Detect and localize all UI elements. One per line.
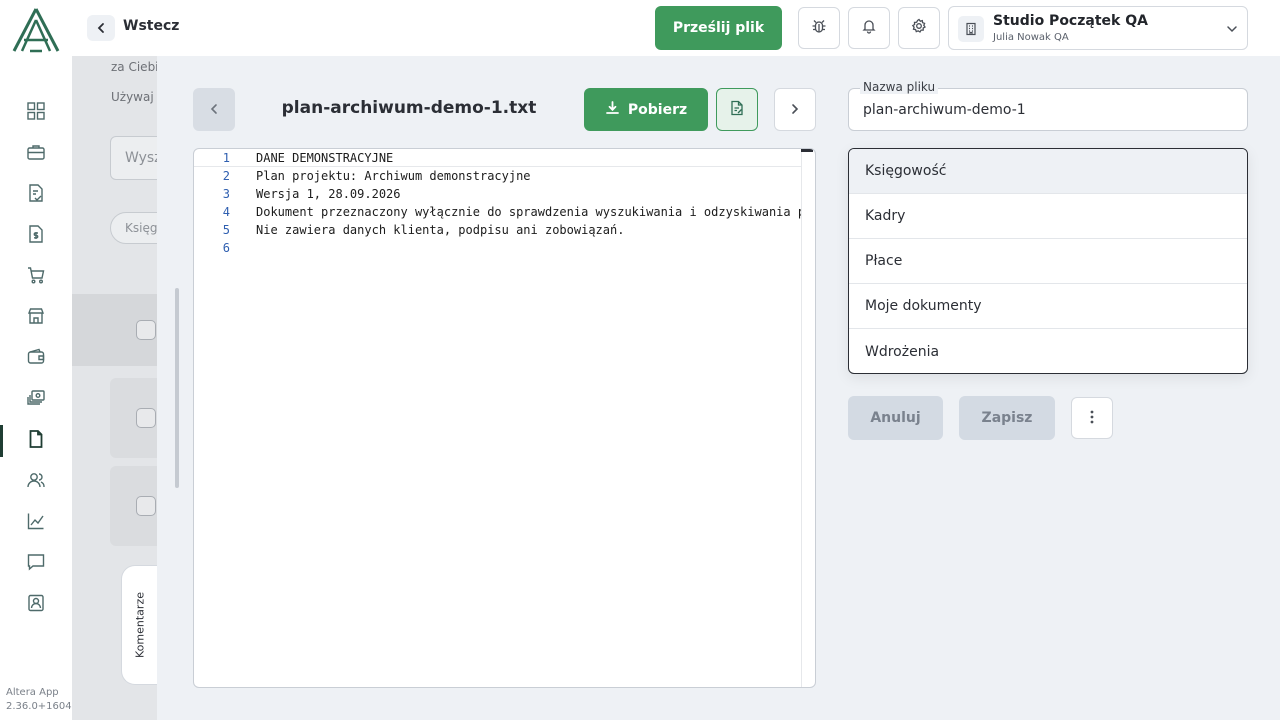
chevron-down-icon: [1225, 21, 1239, 40]
background-chip-label: Księg: [125, 221, 158, 235]
comments-tab-label: Komentarze: [133, 592, 146, 658]
back-label[interactable]: Wstecz: [123, 18, 179, 34]
sidebar-item-dashboard[interactable]: [0, 95, 72, 131]
sidebar-item-payments[interactable]: [0, 382, 72, 418]
building-icon: [958, 16, 984, 42]
briefcase-icon: [26, 142, 46, 166]
cancel-button[interactable]: Anuluj: [848, 396, 943, 440]
editor-scroll-marker: [801, 149, 813, 152]
current-user-name: Julia Nowak QA: [993, 32, 1069, 43]
sidebar-item-invoices[interactable]: [0, 177, 72, 213]
settings-button[interactable]: [898, 7, 940, 49]
background-checkbox: [136, 408, 156, 428]
chat-icon: [26, 552, 46, 576]
comments-tab[interactable]: Komentarze: [121, 565, 157, 685]
cart-icon: [26, 265, 46, 289]
organization-name: Studio Początek QA: [993, 13, 1148, 29]
line-number: 6: [222, 241, 230, 255]
background-checkbox: [136, 320, 156, 340]
line-text: Wersja 1, 28.09.2026: [256, 187, 401, 201]
line-text: DANE DEMONSTRACYJNE: [256, 151, 394, 165]
app-version-number: 2.36.0+1604: [6, 701, 72, 712]
background-text-line: Używaj: [111, 90, 154, 104]
editor-scrollbar-track[interactable]: [801, 149, 802, 687]
sidebar-item-receipts[interactable]: [0, 218, 72, 254]
sidebar-item-contacts[interactable]: [0, 587, 72, 623]
gear-icon: [911, 18, 927, 38]
folder-dropdown-menu: Księgowość Kadry Płace Moje dokumenty Wd…: [848, 148, 1248, 374]
code-line: 1 DANE DEMONSTRACYJNE: [194, 149, 801, 167]
panel-scrollbar[interactable]: [175, 288, 179, 488]
top-bar: Wstecz Prześlij plik Studio Początek QA …: [0, 0, 1280, 56]
sidebar-item-store[interactable]: [0, 300, 72, 336]
folder-option-place[interactable]: Płace: [849, 239, 1247, 284]
more-vertical-icon: [1090, 409, 1094, 428]
upload-file-button[interactable]: Prześlij plik: [655, 6, 782, 50]
organization-switcher[interactable]: Studio Początek QA Julia Nowak QA: [948, 6, 1248, 50]
sidebar-item-purchases[interactable]: [0, 259, 72, 295]
app-version: Altera App 2.36.0+1604: [6, 686, 72, 714]
background-checkbox: [136, 496, 156, 516]
file-title: plan-archiwum-demo-1.txt: [281, 98, 537, 118]
chevron-left-icon: [208, 100, 220, 119]
sidebar-item-documents[interactable]: [0, 423, 72, 459]
download-label: Pobierz: [627, 101, 688, 118]
wallet-icon: [26, 347, 46, 371]
notifications-button[interactable]: [848, 7, 890, 49]
code-line: 2 Plan projektu: Archiwum demonstracyjne: [194, 167, 801, 185]
line-number: 3: [222, 187, 230, 201]
code-line: 6: [194, 239, 801, 257]
file-name-input[interactable]: plan-archiwum-demo-1: [863, 102, 1026, 118]
invoice-check-icon: [26, 183, 46, 207]
document-edit-icon: [729, 100, 745, 120]
file-name-label: Nazwa pliku: [860, 80, 939, 94]
line-number: 2: [222, 169, 230, 183]
app-logo[interactable]: [10, 6, 62, 54]
next-file-button[interactable]: [774, 88, 816, 131]
bug-icon: [810, 17, 828, 39]
users-icon: [26, 470, 46, 494]
file-name-field[interactable]: Nazwa pliku plan-archiwum-demo-1: [848, 80, 1248, 131]
store-icon: [26, 306, 46, 330]
download-button[interactable]: Pobierz: [584, 88, 708, 131]
app-version-name: Altera App: [6, 687, 59, 698]
document-details-button[interactable]: [716, 88, 758, 131]
file-preview-panel: plan-archiwum-demo-1.txt Pobierz 1 DANE D…: [157, 56, 1280, 720]
sidebar-item-users[interactable]: [0, 464, 72, 500]
line-text: Dokument przeznaczony wyłącznie do spraw…: [256, 205, 801, 219]
chevron-right-icon: [789, 100, 801, 119]
line-number: 1: [222, 151, 230, 165]
line-number: 5: [222, 223, 230, 237]
sidebar-item-messages[interactable]: [0, 546, 72, 582]
folder-option-kadry[interactable]: Kadry: [849, 194, 1247, 239]
text-file-viewer[interactable]: 1 DANE DEMONSTRACYJNE 2 Plan projektu: Arc…: [193, 148, 816, 688]
code-line: 4 Dokument przeznaczony wyłącznie do spra…: [194, 203, 801, 221]
payments-icon: [26, 388, 46, 412]
save-button[interactable]: Zapisz: [959, 396, 1055, 440]
bell-icon: [861, 18, 877, 38]
receipt-dollar-icon: [26, 224, 46, 248]
sidebar-item-wallet[interactable]: [0, 341, 72, 377]
line-number: 4: [222, 205, 230, 219]
chart-icon: [26, 511, 46, 535]
folder-option-ksiegowosc[interactable]: Księgowość: [849, 149, 1247, 194]
main-sidebar: Altera App 2.36.0+1604: [0, 56, 72, 720]
contact-icon: [26, 593, 46, 617]
back-button[interactable]: [87, 15, 115, 41]
folder-option-moje-dokumenty[interactable]: Moje dokumenty: [849, 284, 1247, 329]
code-line: 3 Wersja 1, 28.09.2026: [194, 185, 801, 203]
more-options-button[interactable]: [1071, 397, 1113, 439]
chevron-left-icon: [95, 19, 107, 38]
line-text: Plan projektu: Archiwum demonstracyjne: [256, 169, 531, 183]
download-icon: [605, 100, 620, 119]
sidebar-item-reports[interactable]: [0, 505, 72, 541]
dashboard-icon: [26, 101, 46, 125]
bug-report-button[interactable]: [798, 7, 840, 49]
document-icon: [26, 429, 46, 453]
folder-option-wdrozenia[interactable]: Wdrożenia: [849, 329, 1247, 373]
line-text: Nie zawiera danych klienta, podpisu ani …: [256, 223, 625, 237]
previous-file-button[interactable]: [193, 88, 235, 131]
sidebar-item-briefcase[interactable]: [0, 136, 72, 172]
code-line: 5 Nie zawiera danych klienta, podpisu ani…: [194, 221, 801, 239]
